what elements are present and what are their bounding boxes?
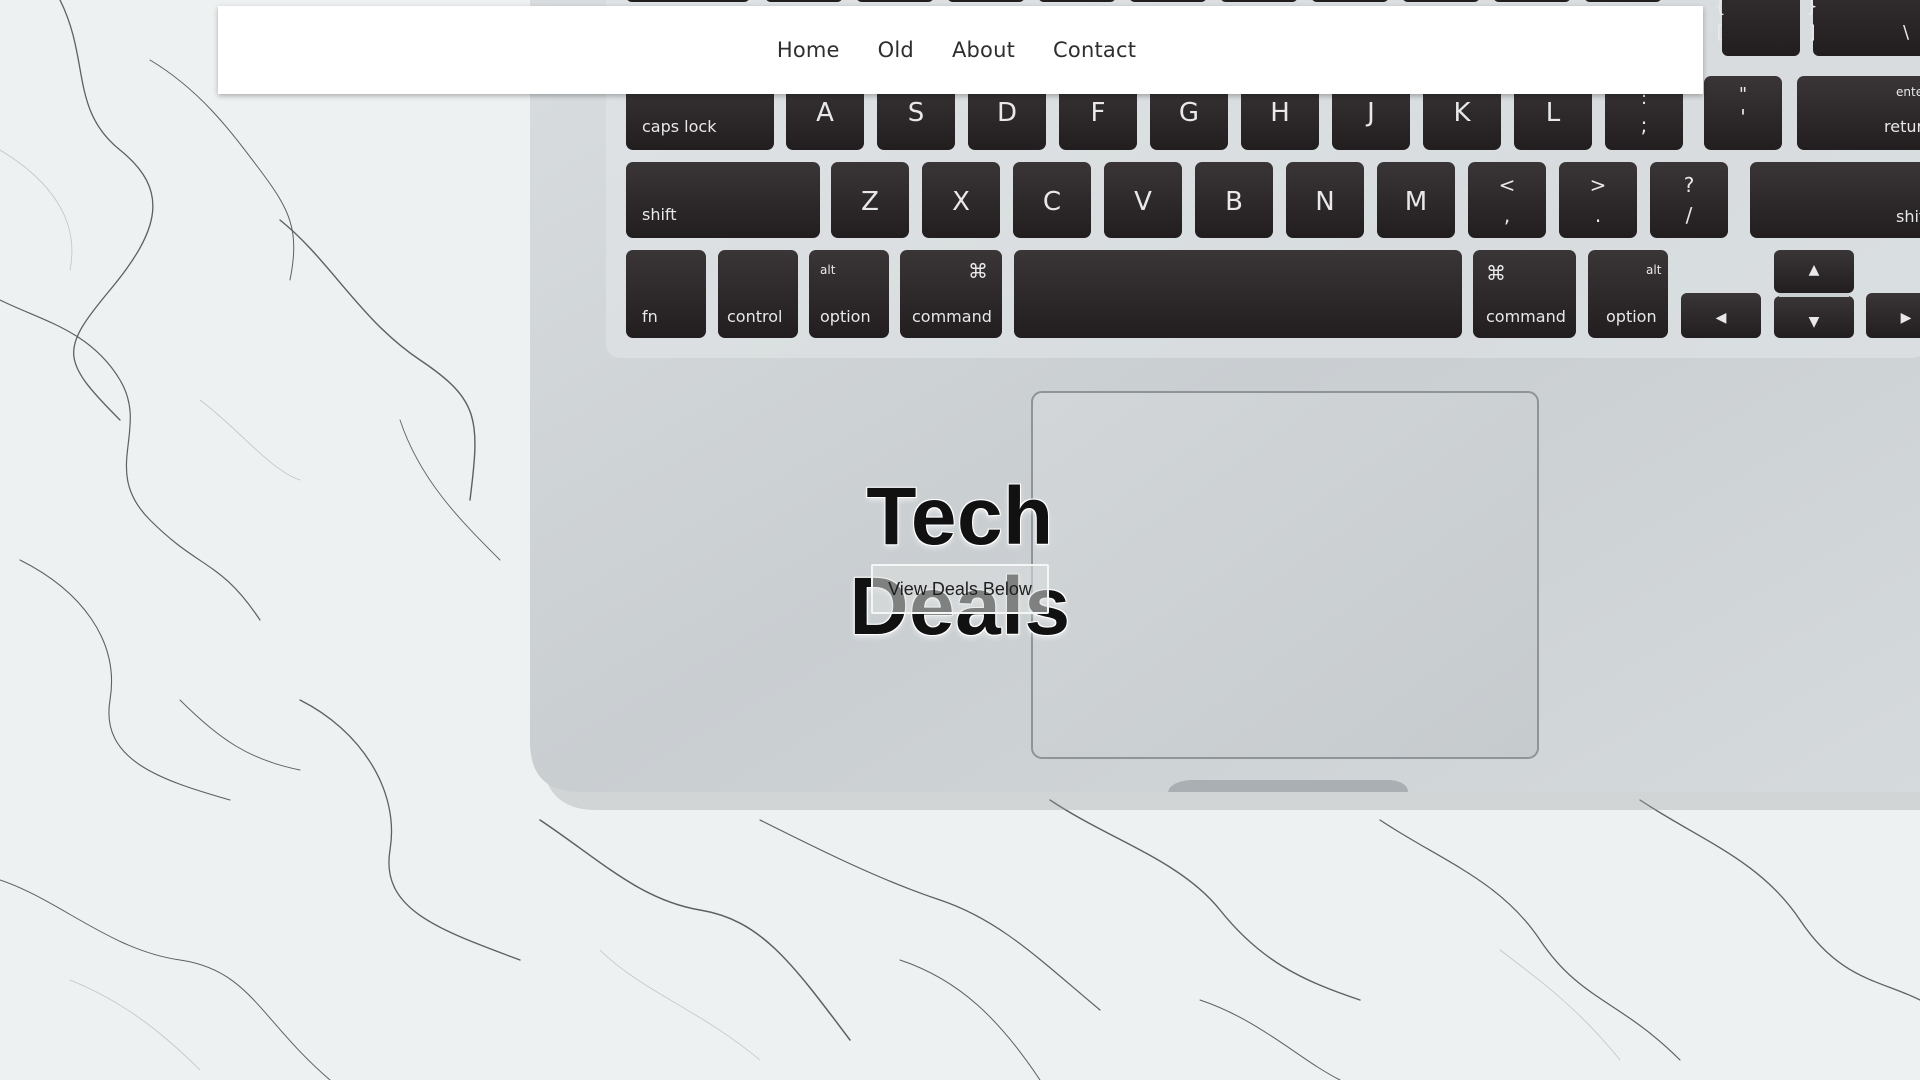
key-label: H <box>1270 98 1290 128</box>
nav-item-contact: Contact <box>1053 38 1136 62</box>
key-label: / <box>1686 203 1693 227</box>
key-label: S <box>908 98 925 128</box>
key-label: alt <box>1646 263 1662 277</box>
key-label: L <box>1546 98 1561 128</box>
nav-link-contact[interactable]: Contact <box>1053 38 1136 62</box>
key-label: V <box>1134 187 1152 217</box>
key-label: ; <box>1641 113 1648 137</box>
key-label: > <box>1590 173 1607 197</box>
key-label: ▼ <box>1809 314 1820 330</box>
nav-link-home[interactable]: Home <box>777 38 840 62</box>
key-label: G <box>1179 98 1199 128</box>
key-label: return <box>1884 117 1920 136</box>
key-label: B <box>1225 187 1243 217</box>
key-label: " <box>1739 84 1747 105</box>
nav-link-about[interactable]: About <box>952 38 1015 62</box>
key-label: ◀ <box>1716 310 1727 326</box>
key-label: C <box>1043 187 1061 217</box>
key-label: { <box>1714 0 1725 17</box>
view-deals-button[interactable]: View Deals Below <box>871 564 1049 614</box>
key-label: ? <box>1684 173 1695 197</box>
key-label: ⌘ <box>1486 261 1506 285</box>
hero-title: Tech Deals <box>849 471 1070 652</box>
key-label: shift <box>1896 207 1920 226</box>
key-label: option <box>1606 307 1657 326</box>
key-label: command <box>1486 307 1566 326</box>
landing-page: { [ } ] \ caps lock A S D F G H J K L: … <box>0 0 1920 1080</box>
key-label: A <box>816 98 834 128</box>
key-label: ▶ <box>1901 310 1912 326</box>
key-label: option <box>820 307 871 326</box>
key-label: ' <box>1740 105 1746 129</box>
nav-item-about: About <box>952 38 1015 62</box>
key-label: fn <box>642 307 658 326</box>
key-label: enter <box>1896 85 1920 99</box>
nav-menu: Home Old About Contact <box>777 38 1136 62</box>
key-label: caps lock <box>642 117 717 136</box>
key-label: [ <box>1716 22 1723 43</box>
top-navbar: Home Old About Contact <box>218 6 1703 94</box>
nav-link-old[interactable]: Old <box>878 38 914 62</box>
key-label: ] <box>1808 22 1815 43</box>
key-label: , <box>1504 203 1510 227</box>
nav-item-home: Home <box>777 38 840 62</box>
key-label: J <box>1365 98 1375 128</box>
key-label: < <box>1499 173 1516 197</box>
key-label: ▲ <box>1809 262 1820 278</box>
key-label: N <box>1315 187 1334 217</box>
key-label: K <box>1453 98 1471 128</box>
key-label: \ <box>1903 22 1910 43</box>
key-label: . <box>1595 203 1601 227</box>
key-label: shift <box>642 205 677 224</box>
key-label: Z <box>861 187 879 217</box>
key-label: ⌘ <box>968 259 988 283</box>
key-label: D <box>997 98 1017 128</box>
key-label: F <box>1091 98 1106 128</box>
key-label: command <box>912 307 992 326</box>
key-label: M <box>1405 187 1427 217</box>
key-label: X <box>952 187 970 217</box>
key-label: control <box>727 307 782 326</box>
key-label: alt <box>820 263 836 277</box>
key-label: } <box>1806 0 1817 17</box>
nav-item-old: Old <box>878 38 914 62</box>
